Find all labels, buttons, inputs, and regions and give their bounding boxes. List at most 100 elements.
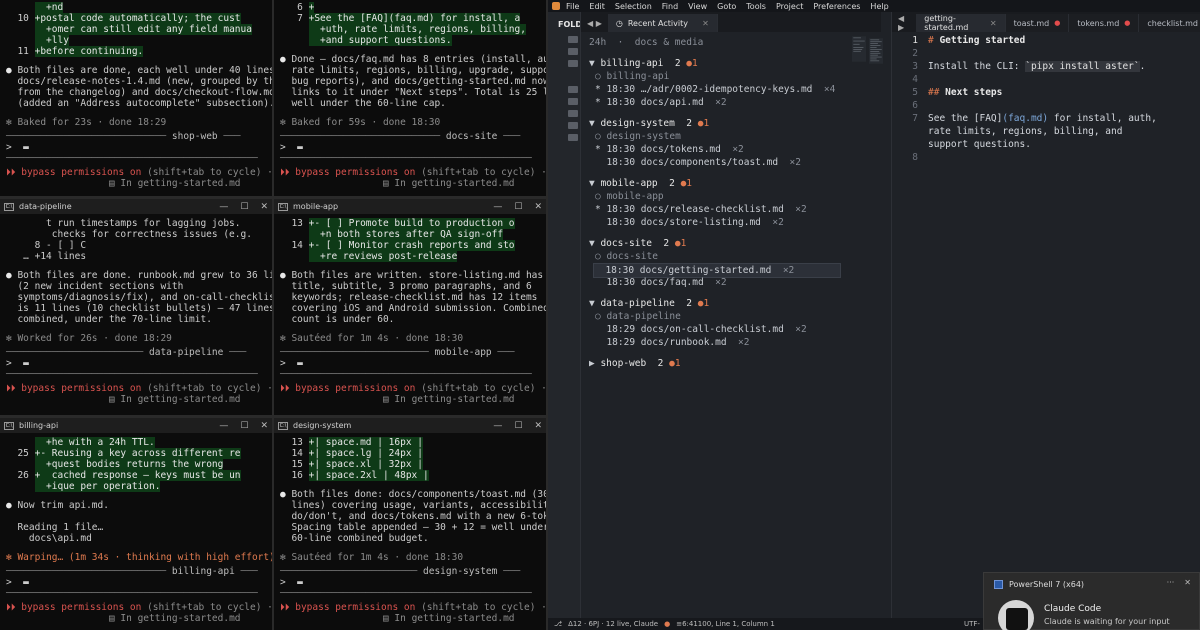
prompt-cursor[interactable]: > ▬ (6, 142, 29, 153)
prompt-cursor[interactable]: > ▬ (6, 577, 29, 588)
minimize-icon[interactable]: — (219, 202, 228, 212)
pane-divider[interactable] (0, 415, 546, 418)
code-line[interactable]: rate limits, regions, billing, and (928, 125, 1122, 138)
maximize-icon[interactable]: ☐ (240, 202, 248, 212)
close-tab-icon[interactable]: ✕ (990, 19, 997, 28)
close-icon[interactable]: ✕ (534, 202, 542, 212)
code-line[interactable]: # Getting started (928, 34, 1025, 47)
pane-titlebar[interactable]: C:\ mobile-app — ☐ ✕ (274, 199, 546, 214)
chevron-down-icon[interactable]: ▶ (589, 358, 600, 369)
terminal-pane-design-system[interactable]: C:\ design-system — ☐ ✕ 13 +| space.md | 1… (274, 418, 546, 630)
close-tab-icon[interactable]: ✕ (702, 19, 709, 28)
recent-file-row[interactable]: * 18:30 docs/release-checklist.md ×2 (595, 203, 807, 216)
project-group-docs-site[interactable]: ▼ docs-site 2 ●1 (589, 237, 686, 250)
tab-getting-started[interactable]: getting-started.md ✕ (916, 14, 1006, 32)
pane-divider[interactable] (272, 0, 274, 630)
prompt-cursor[interactable]: > ▬ (6, 358, 29, 369)
recent-file-row[interactable]: * 18:30 docs/api.md ×2 (595, 96, 727, 109)
close-icon[interactable]: ✕ (1184, 578, 1191, 587)
sublime-editor-window[interactable]: File Edit Selection Find View Goto Tools Projec… (548, 0, 1200, 630)
folder-icon[interactable] (568, 110, 578, 117)
recent-file-row[interactable]: * 18:30 …/adr/0002-idempotency-keys.md ×… (595, 83, 835, 96)
terminal-pane-shop-web[interactable]: +nd 10 +postal code automatically; the c… (0, 0, 272, 196)
minimap[interactable] (852, 34, 866, 64)
chevron-down-icon[interactable]: ▼ (589, 58, 600, 69)
code-line[interactable]: support questions. (928, 138, 1031, 151)
folder-icon[interactable] (568, 134, 578, 141)
project-group-shop-web[interactable]: ▶ shop-web 2 ●1 (589, 357, 681, 370)
recent-activity-view[interactable]: ◀ ▶ ◷ Recent Activity ✕ 24h · docs & med… (580, 12, 883, 618)
close-icon[interactable]: ✕ (260, 202, 268, 212)
folder-icon[interactable] (568, 36, 578, 43)
pane-divider[interactable] (0, 196, 546, 199)
menu-item-edit[interactable]: Edit (589, 2, 605, 11)
folder-icon[interactable] (568, 60, 578, 67)
tab-checklist[interactable]: checklist.md (1139, 14, 1200, 32)
pane-titlebar[interactable]: C:\ design-system — ☐ ✕ (274, 418, 546, 433)
prompt-cursor[interactable]: > ▬ (280, 142, 303, 153)
project-group-mobile-app[interactable]: ▼ mobile-app 2 ●1 (589, 177, 692, 190)
link-target[interactable]: (faq.md) (1002, 113, 1048, 124)
folder-sidebar[interactable]: FOLD (548, 12, 582, 618)
diff-line: +ique per operation. (6, 481, 161, 492)
chevron-down-icon[interactable]: ▼ (589, 238, 600, 249)
folder-icon[interactable] (568, 86, 578, 93)
close-icon[interactable]: ✕ (534, 421, 542, 431)
chevron-down-icon[interactable]: ▼ (589, 298, 600, 309)
menu-item-selection[interactable]: Selection (615, 2, 652, 11)
menu-item-preferences[interactable]: Preferences (813, 2, 860, 11)
chevron-down-icon[interactable]: ▼ (589, 118, 600, 129)
terminal-pane-billing-api[interactable]: C:\ billing-api — ☐ ✕ +he with a 24h TTL. … (0, 418, 272, 630)
tab-nav-arrows[interactable]: ◀ ▶ (892, 14, 916, 32)
maximize-icon[interactable]: ☐ (240, 421, 248, 431)
folder-icon[interactable] (568, 48, 578, 55)
maximize-icon[interactable]: ☐ (514, 202, 522, 212)
pane-titlebar[interactable]: C:\ data-pipeline — ☐ ✕ (0, 199, 272, 214)
recent-file-row[interactable]: 18:30 docs/store-listing.md ×2 (595, 216, 783, 229)
terminal-pane-docs-site[interactable]: 6 + 7 +See the [FAQ](faq.md) for install… (274, 0, 546, 196)
code-line[interactable]: ## Next steps (928, 86, 1002, 99)
notification-toast[interactable]: PowerShell 7 (x64) ··· ✕ Claude Code Cla… (983, 572, 1200, 630)
modified-dot-icon[interactable]: ● (1124, 19, 1130, 27)
modified-dot-icon[interactable]: ● (1054, 19, 1060, 27)
recent-file-row[interactable]: 18:29 docs/on-call-checklist.md ×2 (595, 323, 806, 336)
prompt-cursor[interactable]: > ▬ (280, 577, 303, 588)
chevron-down-icon[interactable]: ▼ (589, 178, 600, 189)
terminal-pane-mobile-app[interactable]: C:\ mobile-app — ☐ ✕ 13 +- [ ] Promote bui… (274, 199, 546, 415)
maximize-icon[interactable]: ☐ (514, 421, 522, 431)
menu-item-view[interactable]: View (688, 2, 707, 11)
project-group-design-system[interactable]: ▼ design-system 2 ●1 (589, 117, 709, 130)
minimap[interactable] (869, 34, 883, 68)
folder-icon[interactable] (568, 122, 578, 129)
menu-item-tools[interactable]: Tools (746, 2, 766, 11)
folder-icon[interactable] (568, 98, 578, 105)
more-options-icon[interactable]: ··· (1167, 578, 1175, 587)
menu-item-help[interactable]: Help (870, 2, 888, 11)
tab-toast[interactable]: toast.md ● (1005, 14, 1070, 32)
pane-titlebar[interactable]: C:\ billing-api — ☐ ✕ (0, 418, 272, 433)
tab-tokens[interactable]: tokens.md ● (1069, 14, 1140, 32)
code-line[interactable]: Install the CLI: `pipx install aster`. (928, 60, 1145, 73)
tab-nav-arrows[interactable]: ◀ ▶ (581, 14, 608, 32)
minimize-icon[interactable]: — (493, 421, 502, 431)
recent-file-row[interactable]: * 18:30 docs/tokens.md ×2 (595, 143, 744, 156)
project-group-billing-api[interactable]: ▼ billing-api 2 ●1 (589, 57, 698, 70)
prompt-cursor[interactable]: > ▬ (280, 358, 303, 369)
menu-item-goto[interactable]: Goto (717, 2, 736, 11)
close-icon[interactable]: ✕ (260, 421, 268, 431)
file-time: 18:30 (606, 157, 636, 168)
code-line[interactable]: See the [FAQ](faq.md) for install, auth, (928, 112, 1157, 125)
menu-item-find[interactable]: Find (662, 2, 678, 11)
recent-file-row[interactable]: 18:29 docs/runbook.md ×2 (595, 336, 749, 349)
recent-file-row[interactable]: 18:30 docs/faq.md ×2 (595, 276, 726, 289)
minimize-icon[interactable]: — (219, 421, 228, 431)
tab-recent-activity[interactable]: ◷ Recent Activity ✕ (607, 14, 718, 32)
diff-line-text: +| space.2xl | 48px | (308, 470, 429, 481)
project-group-data-pipeline[interactable]: ▼ data-pipeline 2 ●1 (589, 297, 709, 310)
terminal-pane-data-pipeline[interactable]: C:\ data-pipeline — ☐ ✕ t run timestamps f… (0, 199, 272, 415)
recent-file-row[interactable]: 18:30 docs/components/toast.md ×2 (595, 156, 801, 169)
menu-item-project[interactable]: Project (776, 2, 803, 11)
code-view[interactable]: ◀ ▶ getting-started.md ✕ toast.md ● toke… (852, 12, 1200, 618)
minimize-icon[interactable]: — (493, 202, 502, 212)
menu-item-file[interactable]: File (566, 2, 579, 11)
